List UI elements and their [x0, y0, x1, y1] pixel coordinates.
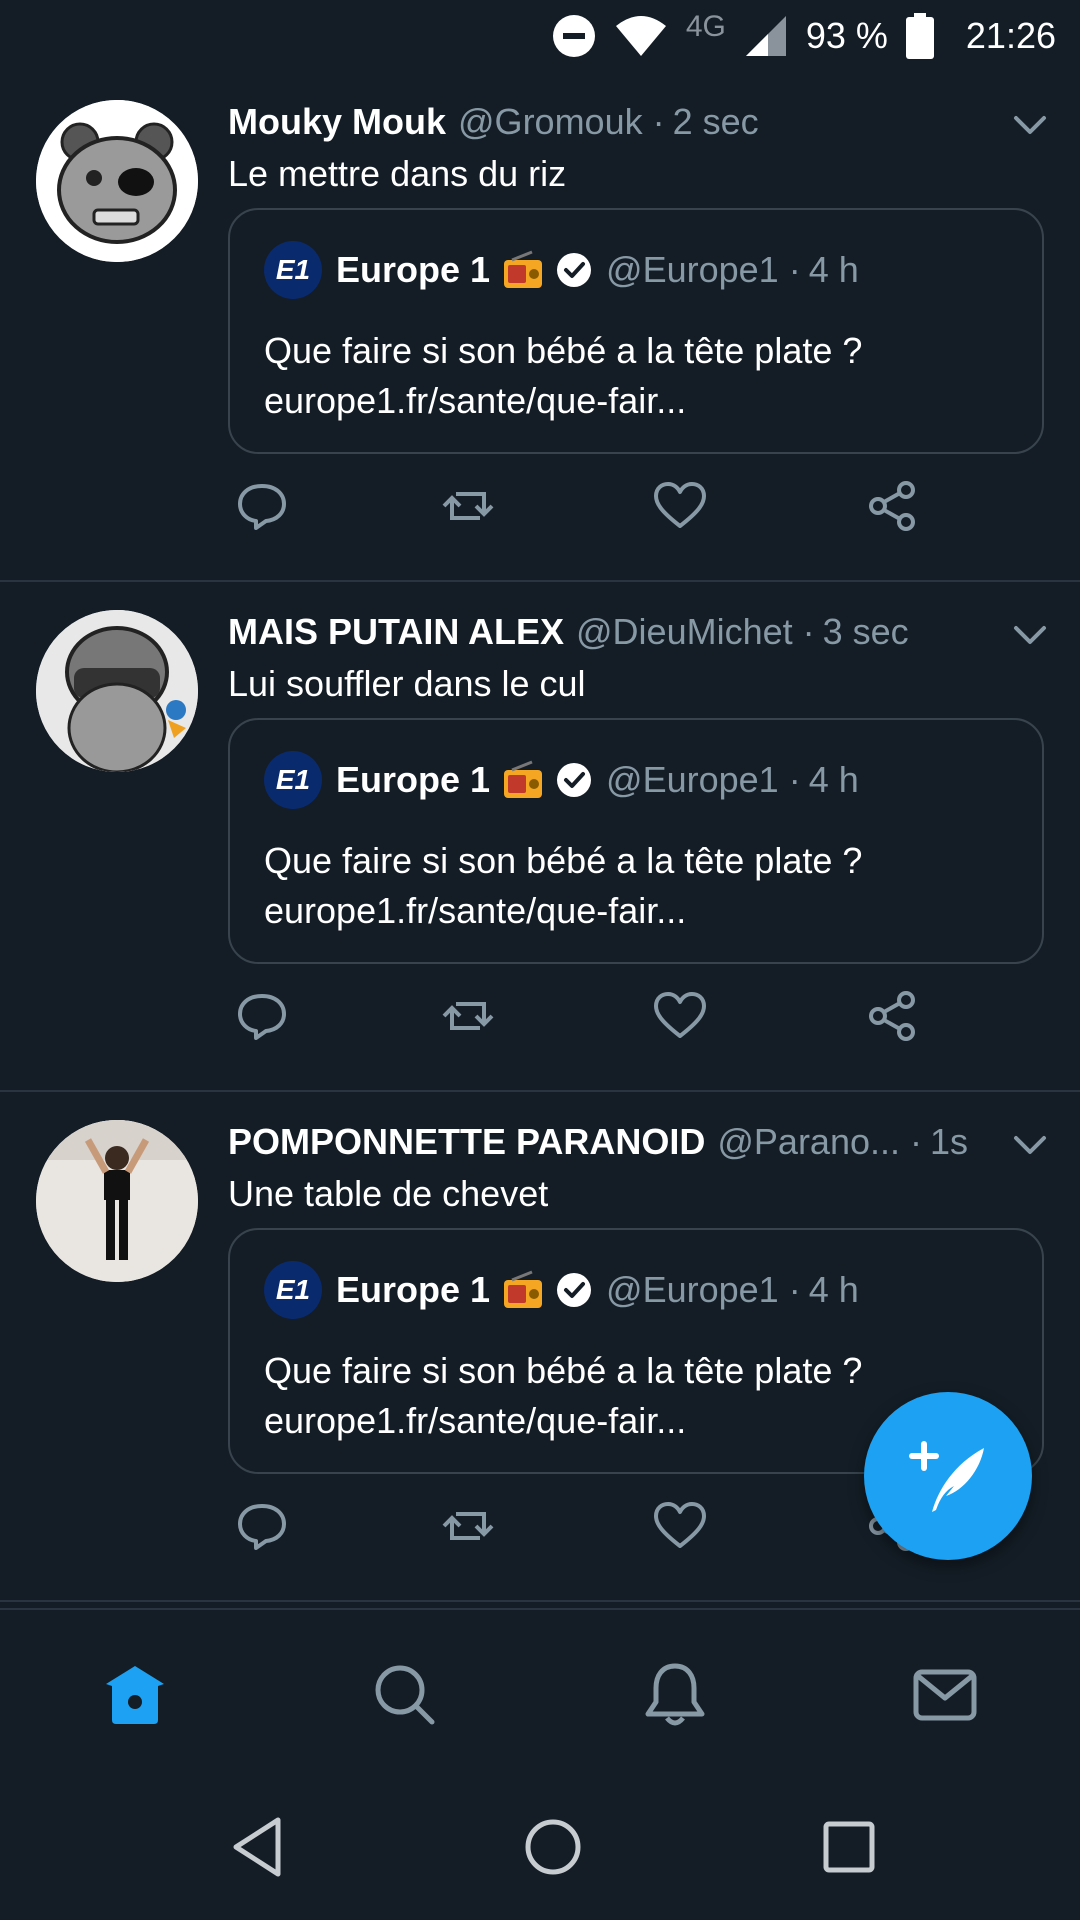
timestamp: 2 sec [672, 101, 759, 142]
tweet-text: Lui souffler dans le cul [228, 663, 586, 704]
quoted-tweet[interactable]: E1 Europe 1 @Europe1 · 4 h Que faire si … [228, 718, 1044, 964]
verified-badge-icon [557, 1273, 592, 1307]
tweet-text: Le mettre dans du riz [228, 153, 567, 194]
quoted-author-handle: @Europe1 [606, 759, 779, 800]
verified-badge-icon [557, 763, 592, 797]
network-type-label: 4G [685, 10, 726, 43]
tweet-header: Mouky Mouk @Gromouk · 2 sec [228, 92, 1020, 152]
author-name[interactable]: Mouky Mouk [228, 101, 446, 143]
twitter-app: 4G 93 % 21:26 Mouky Mouk @Gromouk · 2 se… [0, 0, 1080, 1920]
europe1-logo: E1 [264, 241, 322, 299]
status-bar: 4G 93 % 21:26 [0, 0, 1080, 72]
share-icon[interactable] [864, 988, 920, 1044]
reply-icon[interactable] [234, 1498, 290, 1554]
reply-icon[interactable] [234, 478, 290, 534]
radio-emoji-icon [504, 1270, 543, 1308]
like-icon[interactable] [652, 988, 708, 1044]
timestamp: 1s [930, 1121, 969, 1162]
quoted-timestamp: 4 h [808, 759, 859, 800]
separator: · [788, 1269, 801, 1310]
quoted-text-line: Que faire si son bébé a la tête plate ? [264, 840, 863, 881]
compose-tweet-button[interactable] [864, 1392, 1032, 1560]
author-name[interactable]: MAIS PUTAIN ALEX [228, 611, 564, 653]
home-icon[interactable] [100, 1660, 170, 1730]
separator: · [802, 611, 815, 652]
author-handle[interactable]: @Parano... [717, 1121, 900, 1163]
europe1-logo: E1 [264, 1261, 322, 1319]
author-name[interactable]: POMPONNETTE PARANOID [228, 1121, 705, 1163]
tweet-actions [228, 1498, 948, 1558]
quoted-author-name: Europe 1 [336, 249, 491, 290]
quoted-tweet-header: E1 Europe 1 @Europe1 · 4 h [264, 1260, 859, 1320]
quoted-tweet-header: E1 Europe 1 @Europe1 · 4 h [264, 240, 859, 300]
tweet-header: POMPONNETTE PARANOID @Parano... · 1s [228, 1112, 1020, 1172]
clock: 21:26 [965, 15, 1056, 56]
avatar[interactable] [36, 610, 198, 772]
separator: · [788, 249, 801, 290]
radio-emoji-icon [504, 760, 543, 798]
back-icon[interactable] [226, 1814, 292, 1880]
system-nav-bar [0, 1778, 1080, 1920]
avatar[interactable] [36, 1120, 198, 1282]
battery-icon [905, 13, 934, 59]
battery-percent: 93 % [805, 15, 888, 56]
verified-badge-icon [557, 253, 592, 287]
recents-icon[interactable] [816, 1814, 882, 1880]
chevron-down-icon[interactable] [1010, 104, 1050, 144]
retweet-icon[interactable] [440, 478, 496, 534]
quoted-author-handle: @Europe1 [606, 1269, 779, 1310]
quoted-tweet-header: E1 Europe 1 @Europe1 · 4 h [264, 750, 859, 810]
chevron-down-icon[interactable] [1010, 614, 1050, 654]
quoted-link[interactable]: europe1.fr/sante/que-fair... [264, 376, 862, 426]
author-handle[interactable]: @DieuMichet [576, 611, 793, 653]
quoted-author-name: Europe 1 [336, 759, 491, 800]
europe1-logo: E1 [264, 751, 322, 809]
quoted-timestamp: 4 h [808, 249, 859, 290]
like-icon[interactable] [652, 1498, 708, 1554]
quoted-tweet-text: Que faire si son bébé a la tête plate ? … [264, 326, 862, 426]
bottom-nav [0, 1608, 1080, 1778]
separator: · [652, 101, 665, 142]
share-icon[interactable] [864, 478, 920, 534]
timestamp: 3 sec [822, 611, 909, 652]
quoted-timestamp: 4 h [808, 1269, 859, 1310]
separator: · [788, 759, 801, 800]
retweet-icon[interactable] [440, 1498, 496, 1554]
timeline-feed[interactable]: Mouky Mouk @Gromouk · 2 sec Le mettre da… [0, 72, 1080, 1602]
chevron-down-icon[interactable] [1010, 1124, 1050, 1164]
quoted-author-handle: @Europe1 [606, 249, 779, 290]
quoted-link[interactable]: europe1.fr/sante/que-fair... [264, 1396, 862, 1446]
tweet[interactable]: MAIS PUTAIN ALEX @DieuMichet · 3 sec Lui… [0, 582, 1080, 1092]
home-circle-icon[interactable] [520, 1814, 586, 1880]
tweet-actions [228, 478, 948, 538]
reply-icon[interactable] [234, 988, 290, 1044]
notifications-icon[interactable] [640, 1660, 710, 1730]
quoted-text-line: Que faire si son bébé a la tête plate ? [264, 330, 863, 371]
signal-icon [744, 14, 788, 58]
quoted-tweet[interactable]: E1 Europe 1 @Europe1 · 4 h Que faire si … [228, 208, 1044, 454]
quoted-link[interactable]: europe1.fr/sante/que-fair... [264, 886, 862, 936]
quoted-author-name: Europe 1 [336, 1269, 491, 1310]
quoted-text-line: Que faire si son bébé a la tête plate ? [264, 1350, 863, 1391]
quoted-tweet-text: Que faire si son bébé a la tête plate ? … [264, 836, 862, 936]
like-icon[interactable] [652, 478, 708, 534]
wifi-icon [614, 14, 668, 58]
messages-icon[interactable] [910, 1660, 980, 1730]
quoted-tweet-text: Que faire si son bébé a la tête plate ? … [264, 1346, 862, 1446]
do-not-disturb-icon [552, 14, 596, 58]
retweet-icon[interactable] [440, 988, 496, 1044]
tweet-actions [228, 988, 948, 1048]
separator: · [910, 1121, 922, 1162]
radio-emoji-icon [504, 250, 543, 288]
avatar[interactable] [36, 100, 198, 262]
tweet-text: Une table de chevet [228, 1173, 549, 1214]
tweet[interactable]: Mouky Mouk @Gromouk · 2 sec Le mettre da… [0, 72, 1080, 582]
tweet-header: MAIS PUTAIN ALEX @DieuMichet · 3 sec [228, 602, 1020, 662]
author-handle[interactable]: @Gromouk [458, 101, 643, 143]
compose-quill-icon [909, 1441, 984, 1512]
search-icon[interactable] [370, 1660, 440, 1730]
